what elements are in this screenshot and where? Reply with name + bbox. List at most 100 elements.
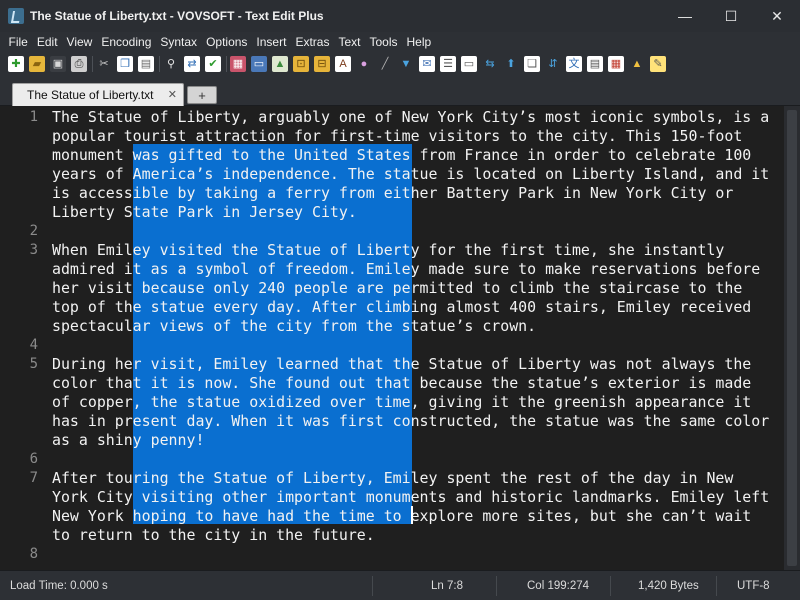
- tab-close-icon[interactable]: ✕: [168, 88, 177, 101]
- text-line: is accessible by taking a ferry from eit…: [52, 184, 734, 202]
- status-bar: Load Time: 0.000 s Ln 7:8 Col 199:274 1,…: [0, 570, 800, 600]
- vertical-scrollbar[interactable]: [784, 106, 800, 570]
- menu-edit[interactable]: Edit: [32, 35, 62, 49]
- menu-view[interactable]: View: [62, 35, 97, 49]
- copy-icon[interactable]: ❐: [117, 56, 133, 72]
- line-number: 3: [29, 242, 38, 258]
- upload-icon[interactable]: ⬆: [503, 56, 519, 72]
- line-number: 7: [29, 470, 38, 486]
- maximize-button[interactable]: ☐: [708, 0, 754, 32]
- window-controls: — ☐ ✕: [662, 0, 800, 32]
- font-icon[interactable]: A: [335, 56, 351, 72]
- replace-icon[interactable]: ⇄: [184, 56, 200, 72]
- menu-encoding[interactable]: Encoding: [97, 35, 156, 49]
- new-file-icon[interactable]: ✚: [8, 56, 24, 72]
- status-divider: [496, 576, 497, 596]
- text-line: admired it as a symbol of freedom. Emile…: [52, 260, 761, 278]
- line-number: 4: [29, 337, 38, 353]
- line-number: 2: [29, 223, 38, 239]
- text-line: has in present day. When it was first co…: [52, 412, 770, 430]
- open-folder-icon[interactable]: ▰: [29, 56, 45, 72]
- status-divider: [610, 576, 611, 596]
- status-load-time: Load Time: 0.000 s: [10, 579, 108, 592]
- image-icon[interactable]: ▲: [272, 56, 288, 72]
- editor[interactable]: 1 2 3 4 5 6 7 8 The Statue of Liberty, arguably…: [0, 106, 784, 570]
- status-column: Col 199:274: [527, 579, 590, 592]
- line-number: 1: [29, 109, 38, 125]
- text-line: York City visiting other important monum…: [52, 488, 770, 506]
- menu-text[interactable]: Text: [334, 35, 365, 49]
- close-button[interactable]: ✕: [754, 0, 800, 32]
- text-line: as a shiny penny!: [52, 431, 205, 449]
- mail-icon[interactable]: ✉: [419, 56, 435, 72]
- toolbar-separator: [226, 56, 227, 72]
- toolbar: ✚ ▰ ▣ ⎙ ✂ ❐ ▤ ⚲ ⇄ ✔ ▦ ▭ ▲ ⊡ ⊟ A ● ╱ ▼ ✉ ☰ ▭ ⇆ ⬆ ❏ ⇵ 文 ▤ ▦ ▲ ✎: [0, 52, 800, 76]
- warning-icon[interactable]: ▲: [629, 56, 645, 72]
- menu-insert[interactable]: Insert: [252, 35, 291, 49]
- status-size: 1,420 Bytes: [638, 579, 699, 592]
- text-line: color that it is now. She found out that…: [52, 374, 752, 392]
- print-icon[interactable]: ⎙: [71, 56, 87, 72]
- monitor-icon[interactable]: ▭: [251, 56, 267, 72]
- text-line: After touring the Statue of Liberty, Emi…: [52, 469, 734, 487]
- window-title: The Statue of Liberty.txt - VOVSOFT - Te…: [30, 9, 324, 23]
- menu-options[interactable]: Options: [202, 35, 252, 49]
- paste-icon[interactable]: ▤: [138, 56, 154, 72]
- lock-icon[interactable]: ⊡: [293, 56, 309, 72]
- menu-help[interactable]: Help: [402, 35, 436, 49]
- text-area[interactable]: The Statue of Liberty, arguably one of N…: [52, 106, 782, 570]
- menu-tools[interactable]: Tools: [365, 35, 402, 49]
- find-icon[interactable]: ⚲: [163, 56, 179, 72]
- line-number: 5: [29, 356, 38, 372]
- line-number: 6: [29, 451, 38, 467]
- status-divider: [716, 576, 717, 596]
- cut-icon[interactable]: ✂: [96, 56, 112, 72]
- text-line: The Statue of Liberty, arguably one of N…: [52, 108, 770, 126]
- toolbar-separator: [159, 56, 160, 72]
- text-line: spectacular views of the city from the s…: [52, 317, 537, 335]
- text-line: New York hoping to have had the time to …: [52, 507, 752, 525]
- sort-az-icon[interactable]: ⇵: [545, 56, 561, 72]
- bookmark-icon[interactable]: ▦: [230, 56, 246, 72]
- translate-icon[interactable]: 文: [566, 56, 582, 72]
- status-encoding: UTF-8: [737, 579, 770, 592]
- save-icon[interactable]: ▣: [50, 56, 66, 72]
- color-wheel-icon[interactable]: ●: [356, 56, 372, 72]
- keyboard-icon[interactable]: ▭: [461, 56, 477, 72]
- menu-extras[interactable]: Extras: [291, 35, 334, 49]
- line-number: 8: [29, 546, 38, 562]
- text-line: Liberty State Park in Jersey City.: [52, 203, 357, 221]
- menu-syntax[interactable]: Syntax: [156, 35, 202, 49]
- status-line: Ln 7:8: [431, 579, 463, 592]
- text-line: monument was gifted to the United States…: [52, 146, 752, 164]
- title-bar: The Statue of Liberty.txt - VOVSOFT - Te…: [0, 0, 800, 32]
- unlock-icon[interactable]: ⊟: [314, 56, 330, 72]
- table-icon[interactable]: ▤: [587, 56, 603, 72]
- tab-statue-of-liberty[interactable]: The Statue of Liberty.txt ✕: [12, 83, 184, 106]
- text-line: of copper, the statue oxidized over time…: [52, 393, 752, 411]
- new-tab-button[interactable]: +: [187, 86, 217, 104]
- toolbar-separator: [92, 56, 93, 72]
- text-caret: [411, 506, 413, 524]
- edit-note-icon[interactable]: ✎: [650, 56, 666, 72]
- text-line: During her visit, Emiley learned that th…: [52, 355, 752, 373]
- check-icon[interactable]: ✔: [205, 56, 221, 72]
- picker-icon[interactable]: ╱: [377, 56, 393, 72]
- text-line: top of the statue every day. After climb…: [52, 298, 752, 316]
- list-icon[interactable]: ☰: [440, 56, 456, 72]
- scrollbar-thumb[interactable]: [787, 110, 797, 566]
- calendar-icon[interactable]: ▦: [608, 56, 624, 72]
- tab-bar: The Statue of Liberty.txt ✕ +: [0, 80, 800, 106]
- menu-file[interactable]: File: [4, 35, 32, 49]
- swap-icon[interactable]: ⇆: [482, 56, 498, 72]
- app-icon: [8, 8, 24, 24]
- tab-label: The Statue of Liberty.txt: [27, 88, 154, 102]
- filter-icon[interactable]: ▼: [398, 56, 414, 72]
- minimize-button[interactable]: —: [662, 0, 708, 32]
- copy-doc-icon[interactable]: ❏: [524, 56, 540, 72]
- status-divider: [372, 576, 373, 596]
- text-line: popular tourist attraction for first-tim…: [52, 127, 743, 145]
- text-line: years of America’s independence. The sta…: [52, 165, 770, 183]
- text-line: When Emiley visited the Statue of Libert…: [52, 241, 725, 259]
- text-line: her visit because only 240 people are pe…: [52, 279, 743, 297]
